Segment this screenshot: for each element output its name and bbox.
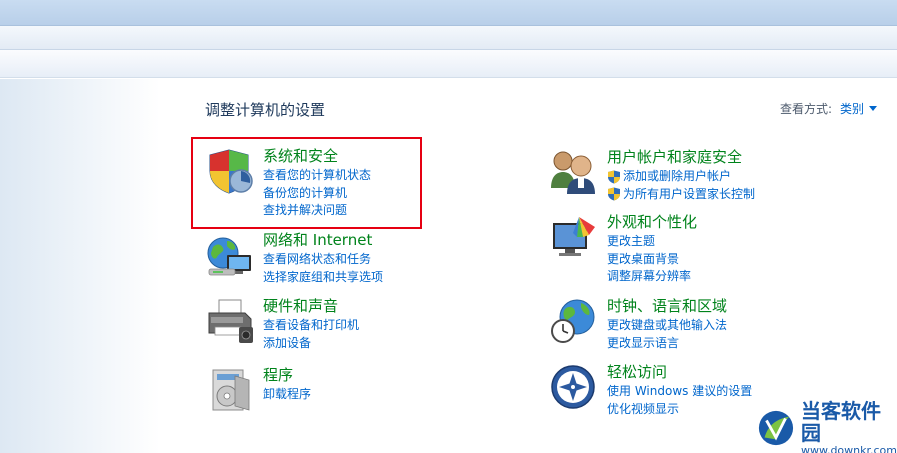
window-title-bar (0, 0, 897, 26)
category-title-programs[interactable]: 程序 (263, 366, 311, 385)
link-homegroup-sharing[interactable]: 选择家庭组和共享选项 (263, 269, 383, 287)
category-title-appearance[interactable]: 外观和个性化 (607, 213, 697, 232)
link-recommended-settings[interactable]: 使用 Windows 建议的设置 (607, 383, 752, 401)
chevron-down-icon[interactable] (869, 106, 877, 111)
ease-of-access-icon[interactable] (549, 363, 599, 411)
link-parental-controls-label: 为所有用户设置家长控制 (623, 186, 756, 201)
highlight-annotation-box (191, 137, 422, 229)
link-change-background[interactable]: 更改桌面背景 (607, 251, 697, 269)
category-clock-language: 时钟、语言和区域 更改键盘或其他输入法 更改显示语言 (549, 297, 727, 352)
users-icon[interactable] (549, 148, 599, 196)
category-user-accounts: 用户帐户和家庭安全 添加或删除用户帐户 为所有用户设置家长控制 (549, 148, 755, 203)
link-change-keyboard[interactable]: 更改键盘或其他输入法 (607, 317, 727, 335)
left-pane-background (0, 79, 160, 453)
category-title-clock-language[interactable]: 时钟、语言和区域 (607, 297, 727, 316)
uac-shield-icon (608, 170, 620, 184)
link-uninstall-program[interactable]: 卸载程序 (263, 386, 311, 404)
view-by-dropdown[interactable]: 类别 (840, 100, 864, 117)
link-change-display-language[interactable]: 更改显示语言 (607, 335, 727, 353)
category-ease-of-access: 轻松访问 使用 Windows 建议的设置 优化视频显示 (549, 363, 752, 418)
link-add-remove-accounts[interactable]: 添加或删除用户帐户 (607, 168, 755, 186)
link-network-status[interactable]: 查看网络状态和任务 (263, 251, 383, 269)
watermark-url: www.downkr.com (800, 443, 897, 453)
address-bar[interactable] (0, 26, 897, 50)
link-change-theme[interactable]: 更改主题 (607, 233, 697, 251)
link-add-remove-accounts-label: 添加或删除用户帐户 (623, 169, 732, 183)
category-title-network[interactable]: 网络和 Internet (263, 231, 383, 250)
category-title-ease-of-access[interactable]: 轻松访问 (607, 363, 752, 382)
toolbar (0, 50, 897, 78)
category-title-hardware[interactable]: 硬件和声音 (263, 297, 359, 316)
category-programs: 程序 卸载程序 (205, 366, 311, 414)
category-network-internet: 网络和 Internet 查看网络状态和任务 选择家庭组和共享选项 (205, 231, 383, 286)
link-parental-controls[interactable]: 为所有用户设置家长控制 (607, 186, 755, 204)
clock-globe-icon[interactable] (549, 297, 599, 345)
link-devices-printers[interactable]: 查看设备和打印机 (263, 317, 359, 335)
watermark-logo-icon (758, 410, 794, 446)
printer-icon[interactable] (205, 297, 255, 345)
category-title-user-accounts[interactable]: 用户帐户和家庭安全 (607, 148, 755, 167)
link-screen-resolution[interactable]: 调整屏幕分辨率 (607, 268, 697, 286)
category-appearance: 外观和个性化 更改主题 更改桌面背景 调整屏幕分辨率 (549, 213, 697, 286)
site-watermark: 当客软件园 www.downkr.com (757, 398, 897, 453)
link-optimize-display[interactable]: 优化视频显示 (607, 401, 752, 419)
uac-shield-icon (608, 187, 620, 201)
link-add-device[interactable]: 添加设备 (263, 335, 359, 353)
programs-icon[interactable] (205, 366, 255, 414)
watermark-name: 当客软件园 (800, 398, 881, 445)
category-hardware-sound: 硬件和声音 查看设备和打印机 添加设备 (205, 297, 359, 352)
page-title: 调整计算机的设置 (205, 101, 326, 119)
view-by-control: 查看方式: 类别 (780, 100, 877, 117)
network-icon[interactable] (205, 231, 255, 279)
appearance-icon[interactable] (549, 213, 599, 261)
view-by-label: 查看方式: (779, 102, 832, 116)
